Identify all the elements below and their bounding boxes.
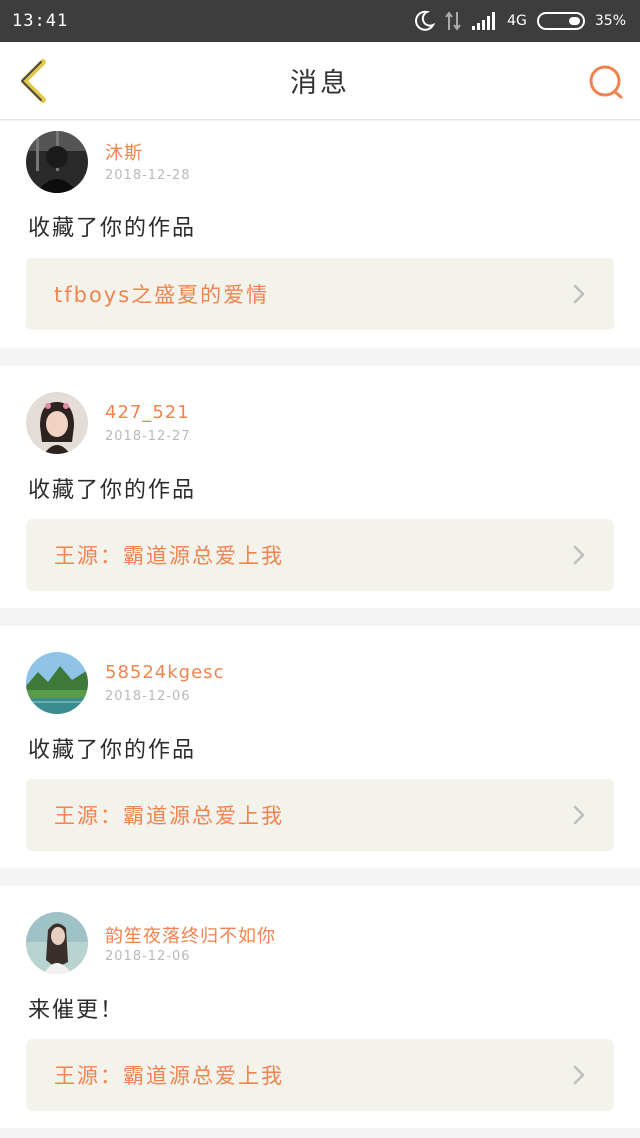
avatar[interactable] [26, 912, 88, 974]
work-title: 王源：霸道源总爱上我 [54, 1064, 284, 1088]
username[interactable]: 427_521 [105, 402, 190, 423]
signal-icon [471, 11, 497, 31]
status-icons: 4G 35% [413, 10, 626, 32]
message-date: 2018-12-06 [105, 689, 191, 704]
chevron-right-icon [572, 804, 588, 826]
work-link[interactable]: 王源：霸道源总爱上我 [26, 519, 614, 591]
message-date: 2018-12-06 [105, 949, 191, 964]
message-date: 2018-12-27 [105, 429, 191, 444]
message-list: 沐斯 2018-12-28 收藏了你的作品 tfboys之盛夏的爱情 427_5… [0, 121, 640, 1128]
battery-percent: 35% [594, 13, 626, 29]
username[interactable]: 韵笙夜落终归不如你 [105, 922, 276, 948]
avatar[interactable] [26, 131, 88, 193]
search-button[interactable] [586, 62, 626, 102]
avatar[interactable] [26, 652, 88, 714]
back-button[interactable] [14, 58, 54, 104]
chevron-right-icon [572, 544, 588, 566]
moon-icon [413, 10, 436, 32]
chevron-right-icon [572, 1064, 588, 1086]
avatar[interactable] [26, 392, 88, 454]
search-icon [589, 65, 623, 99]
message-date: 2018-12-28 [105, 168, 191, 183]
battery-icon [536, 12, 585, 30]
message-card: 韵笙夜落终归不如你 2018-12-06 来催更！ 王源：霸道源总爱上我 [0, 886, 640, 1128]
work-title: tfboys之盛夏的爱情 [54, 283, 270, 307]
chevron-left-icon [21, 59, 46, 103]
message-card: 58524kgesc 2018-12-06 收藏了你的作品 王源：霸道源总爱上我 [0, 626, 640, 868]
network-type: 4G [507, 13, 527, 29]
work-link[interactable]: 王源：霸道源总爱上我 [26, 1039, 614, 1111]
data-arrows-icon [445, 10, 461, 32]
chevron-right-icon [572, 283, 588, 305]
message-text: 收藏了你的作品 [28, 478, 197, 503]
message-text: 收藏了你的作品 [28, 216, 197, 241]
work-link[interactable]: tfboys之盛夏的爱情 [26, 258, 614, 330]
username[interactable]: 沐斯 [105, 139, 143, 165]
username[interactable]: 58524kgesc [105, 662, 224, 683]
work-title: 王源：霸道源总爱上我 [54, 544, 284, 568]
message-card: 沐斯 2018-12-28 收藏了你的作品 tfboys之盛夏的爱情 [0, 121, 640, 348]
message-text: 来催更！ [28, 998, 125, 1023]
message-card: 427_521 2018-12-27 收藏了你的作品 王源：霸道源总爱上我 [0, 366, 640, 608]
work-link[interactable]: 王源：霸道源总爱上我 [26, 779, 614, 851]
work-title: 王源：霸道源总爱上我 [54, 804, 284, 828]
message-text: 收藏了你的作品 [28, 738, 197, 763]
page-title: 消息 [290, 68, 350, 99]
status-time: 13:41 [12, 11, 69, 31]
status-bar: 13:41 4G 35% [0, 0, 640, 42]
nav-bar: 消息 [0, 42, 640, 120]
